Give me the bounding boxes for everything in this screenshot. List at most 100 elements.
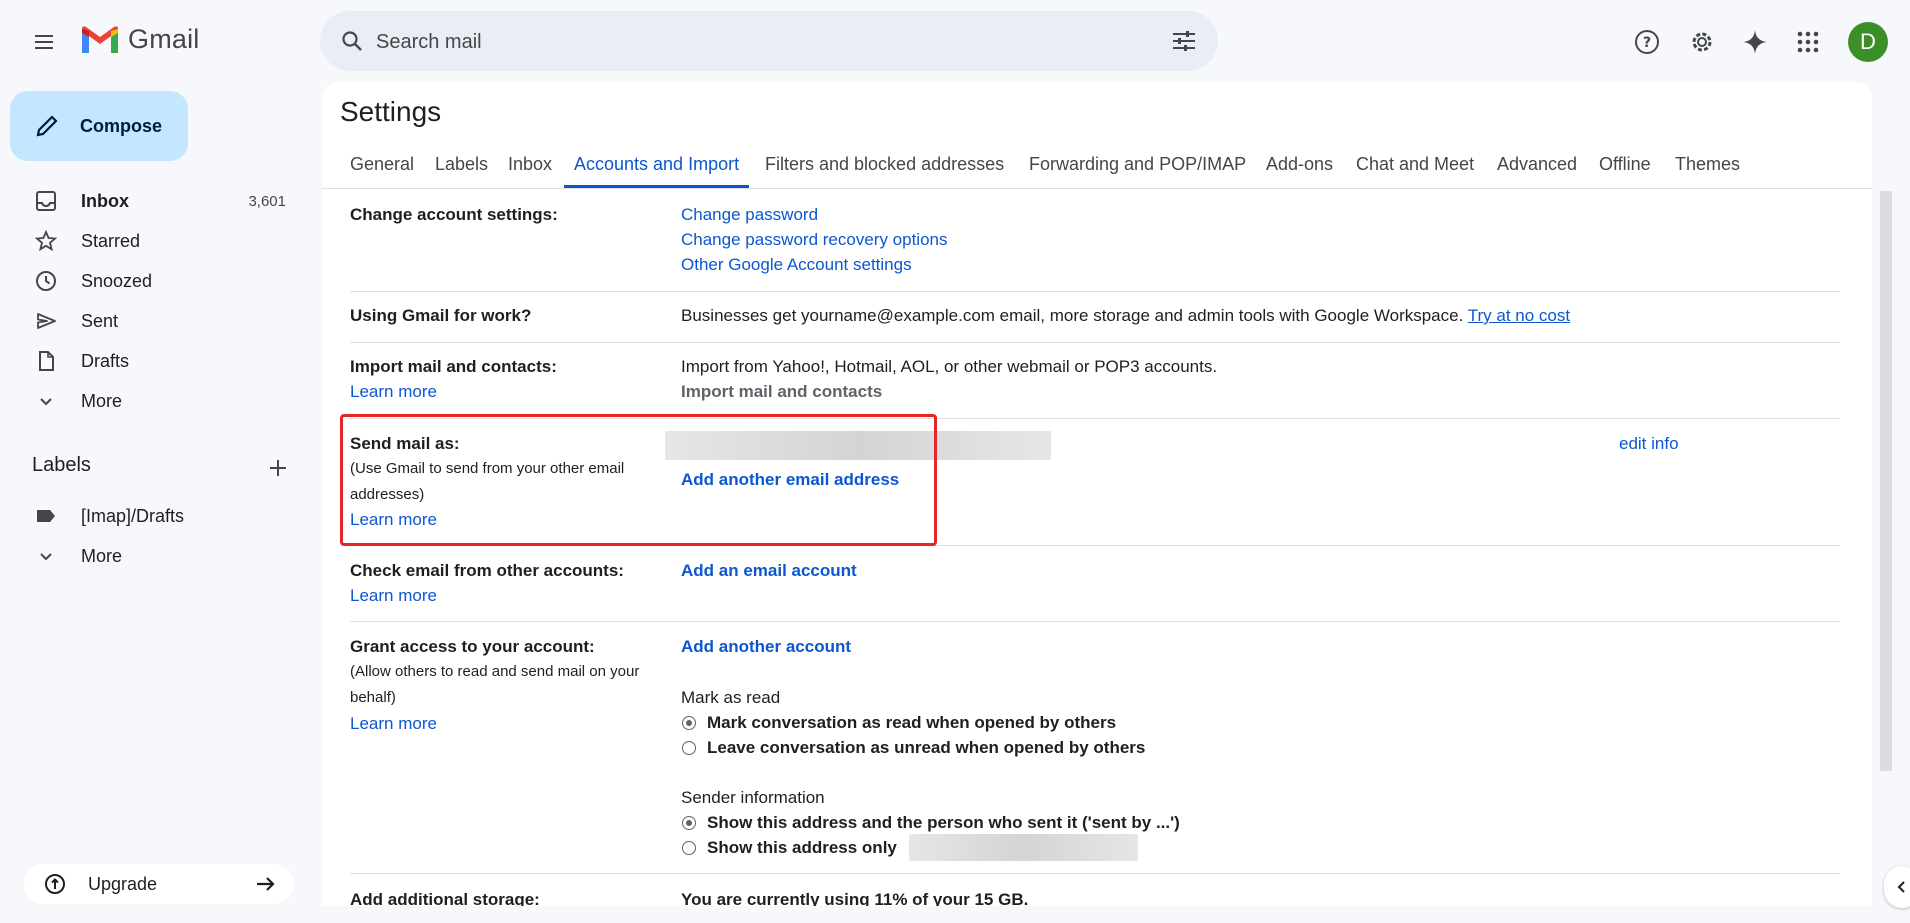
- labels-heading: Labels: [32, 454, 91, 476]
- chevron-left-icon: [1897, 881, 1905, 893]
- sidebar-item-label: Inbox: [81, 190, 129, 211]
- grant-learn-more-link[interactable]: Learn more: [350, 714, 437, 734]
- search-input[interactable]: [374, 23, 1138, 61]
- sidebar-item-label: Sent: [81, 310, 119, 331]
- gemini-button[interactable]: [1733, 20, 1777, 64]
- add-another-email-link[interactable]: Add another email address: [681, 470, 899, 490]
- help-button[interactable]: ?: [1625, 20, 1669, 64]
- change-password-link[interactable]: Change password: [681, 205, 818, 225]
- tab-advanced[interactable]: Advanced: [1497, 146, 1577, 186]
- apps-button[interactable]: [1786, 20, 1830, 64]
- change-account-label: Change account settings:: [350, 205, 558, 224]
- clock-icon: [33, 268, 59, 294]
- sidebar-item-label: More: [81, 545, 123, 566]
- row-divider: [350, 545, 1840, 546]
- send-as-learn-more-link[interactable]: Learn more: [350, 510, 437, 530]
- tab-forwarding[interactable]: Forwarding and POP/IMAP: [1029, 146, 1246, 186]
- import-label: Import mail and contacts:: [350, 357, 557, 376]
- tab-themes[interactable]: Themes: [1675, 146, 1740, 186]
- sidebar-item-inbox[interactable]: Inbox 3,601: [18, 181, 296, 221]
- workspace-text: Businesses get yourname@example.com emai…: [681, 306, 1570, 326]
- sidebar-labels-more[interactable]: More: [18, 536, 296, 576]
- gmail-logo[interactable]: Gmail: [80, 24, 200, 55]
- tab-add-ons[interactable]: Add-ons: [1266, 146, 1333, 186]
- search-bar[interactable]: [320, 11, 1218, 71]
- compose-label: Compose: [80, 115, 163, 136]
- settings-scrollbar[interactable]: [1880, 191, 1892, 771]
- row-divider: [350, 621, 1840, 622]
- chevron-down-icon: [33, 388, 59, 414]
- hamburger-icon: [35, 35, 53, 49]
- sidebar-item-more[interactable]: More: [18, 381, 296, 421]
- row-divider: [350, 873, 1840, 874]
- gmail-for-work-label: Using Gmail for work?: [350, 306, 532, 325]
- upgrade-label: Upgrade: [88, 873, 158, 894]
- sent-by-option[interactable]: Show this address and the person who sen…: [707, 813, 1180, 833]
- google-account-settings-link[interactable]: Other Google Account settings: [681, 255, 912, 275]
- apps-grid-icon: [1797, 31, 1819, 53]
- sidebar-label-imap-drafts[interactable]: [Imap]/Drafts: [18, 496, 296, 536]
- leave-unread-option[interactable]: Leave conversation as unread when opened…: [707, 738, 1145, 758]
- import-mail-action[interactable]: Import mail and contacts: [681, 382, 882, 402]
- tab-filters[interactable]: Filters and blocked addresses: [765, 146, 1004, 186]
- sidebar-item-label: Snoozed: [81, 270, 153, 291]
- sidebar-item-sent[interactable]: Sent: [18, 301, 296, 341]
- address-only-radio[interactable]: [682, 841, 696, 855]
- avatar[interactable]: D: [1848, 22, 1888, 62]
- change-recovery-link[interactable]: Change password recovery options: [681, 230, 947, 250]
- compose-button[interactable]: Compose: [10, 91, 188, 161]
- sent-by-radio[interactable]: [682, 816, 696, 830]
- send-mail-as-label: Send mail as:: [350, 434, 460, 453]
- leave-unread-radio[interactable]: [682, 741, 696, 755]
- sidebar-item-label: Drafts: [81, 350, 130, 371]
- svg-text:?: ?: [1643, 35, 1651, 51]
- help-icon: ?: [1635, 30, 1659, 54]
- import-description: Import from Yahoo!, Hotmail, AOL, or oth…: [681, 357, 1218, 376]
- grant-access-subtext: (Allow others to read and send mail on y…: [350, 663, 640, 706]
- side-panel-toggle-button[interactable]: [1884, 866, 1910, 908]
- inbox-count: 3,601: [248, 192, 286, 210]
- sidebar-item-label: Starred: [81, 230, 141, 251]
- address-only-option[interactable]: Show this address only: [707, 838, 897, 858]
- label-icon: [33, 503, 59, 529]
- tab-chat-and-meet[interactable]: Chat and Meet: [1356, 146, 1474, 186]
- mark-read-option[interactable]: Mark conversation as read when opened by…: [707, 713, 1116, 733]
- add-label-button[interactable]: [262, 452, 294, 484]
- sidebar-item-drafts[interactable]: Drafts: [18, 341, 296, 381]
- redacted-address: [909, 834, 1138, 861]
- gmail-logo-text: Gmail: [128, 24, 200, 54]
- redacted-email-address: [665, 431, 1051, 460]
- search-icon[interactable]: [336, 25, 368, 57]
- upgrade-icon: [42, 871, 68, 897]
- tab-offline[interactable]: Offline: [1599, 146, 1651, 186]
- edit-info-link[interactable]: edit info: [1619, 434, 1679, 454]
- mark-read-radio[interactable]: [682, 716, 696, 730]
- tab-accounts-and-import[interactable]: Accounts and Import: [564, 146, 750, 188]
- add-email-account-link[interactable]: Add an email account: [681, 561, 857, 581]
- search-options-icon[interactable]: [1168, 25, 1200, 57]
- import-learn-more-link[interactable]: Learn more: [350, 382, 437, 402]
- row-divider: [350, 418, 1840, 419]
- panel-bottom-edge: [322, 906, 1872, 923]
- workspace-description: Businesses get yourname@example.com emai…: [681, 306, 1464, 325]
- row-divider: [350, 291, 1840, 292]
- star-icon: [33, 228, 59, 254]
- tab-inbox[interactable]: Inbox: [508, 146, 552, 186]
- try-at-no-cost-link[interactable]: Try at no cost: [1468, 306, 1570, 325]
- sidebar-item-snoozed[interactable]: Snoozed: [18, 261, 296, 301]
- row-divider: [350, 342, 1840, 343]
- gmail-m-icon: [82, 25, 118, 53]
- main-menu-button[interactable]: [22, 20, 66, 64]
- add-another-account-link[interactable]: Add another account: [681, 637, 851, 657]
- mark-as-read-heading: Mark as read: [681, 688, 781, 707]
- send-mail-as-subtext: (Use Gmail to send from your other email…: [350, 460, 625, 503]
- send-icon: [33, 308, 59, 334]
- tab-labels[interactable]: Labels: [435, 146, 488, 186]
- top-bar: Gmail ? D: [0, 0, 1910, 82]
- tab-general[interactable]: General: [350, 146, 414, 186]
- sidebar-item-starred[interactable]: Starred: [18, 221, 296, 261]
- settings-button[interactable]: [1680, 20, 1724, 64]
- check-email-label: Check email from other accounts:: [350, 561, 624, 580]
- upgrade-button[interactable]: Upgrade: [24, 864, 294, 904]
- check-email-learn-more-link[interactable]: Learn more: [350, 586, 437, 606]
